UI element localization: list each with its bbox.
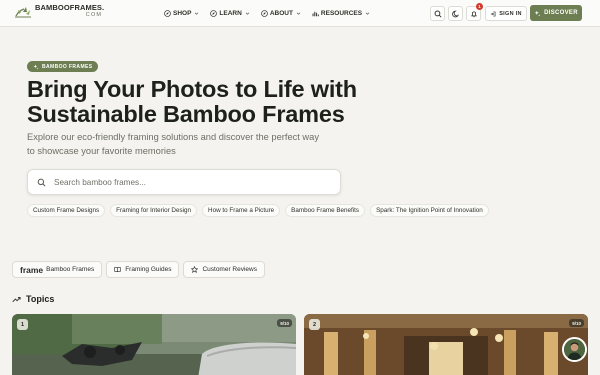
- tab-customer-reviews[interactable]: Customer Reviews: [183, 261, 265, 278]
- tab-framing-guides[interactable]: Framing Guides: [106, 261, 180, 278]
- search-input[interactable]: [54, 177, 304, 187]
- discover-label: DISCOVER: [544, 10, 578, 16]
- hero-badge-label: BAMBOO FRAMES: [42, 63, 93, 70]
- compass-icon: [210, 10, 218, 17]
- logo-tld: COM: [85, 11, 103, 18]
- frame-wordmark: frame: [20, 264, 44, 275]
- search-icon: [37, 178, 46, 186]
- search-button[interactable]: [430, 6, 445, 21]
- sign-in-button[interactable]: SIGN IN: [485, 6, 527, 21]
- card-photo: [304, 314, 588, 375]
- discover-button[interactable]: DISCOVER: [530, 5, 582, 21]
- search-icon: [434, 10, 442, 18]
- book-icon: [114, 267, 121, 273]
- compass-icon: [164, 10, 171, 17]
- nav-shop-label: SHOP: [173, 10, 192, 17]
- login-icon: [491, 11, 496, 16]
- theme-toggle-button[interactable]: [448, 6, 463, 21]
- tab-framing-guides-label: Framing Guides: [125, 266, 172, 273]
- card-score-badge: 9/10: [569, 319, 584, 327]
- tab-customer-reviews-label: Customer Reviews: [202, 266, 257, 273]
- nav-resources[interactable]: RESOURCES: [312, 10, 370, 17]
- chip-spark-innovation[interactable]: Spark: The Ignition Point of Innovation: [370, 204, 489, 217]
- person-avatar-icon: [564, 339, 585, 360]
- card-photo: [12, 314, 296, 375]
- nav-shop[interactable]: SHOP: [164, 10, 199, 17]
- nav-about[interactable]: ABOUT: [261, 10, 301, 17]
- card-number-badge: 2: [309, 319, 320, 330]
- chart-icon: [312, 11, 319, 17]
- hero-badge: BAMBOO FRAMES: [27, 61, 99, 72]
- chevron-down-icon: [296, 12, 301, 15]
- notifications-button[interactable]: 1: [466, 3, 483, 21]
- top-header: BAMBOOFRAMES. COM SHOP LEARN ABOUT RESOU…: [0, 0, 600, 27]
- bell-icon: [470, 11, 477, 17]
- sparkle-icon: [33, 64, 39, 69]
- chip-how-to-frame[interactable]: How to Frame a Picture: [202, 204, 281, 217]
- site-logo[interactable]: BAMBOOFRAMES. COM: [14, 4, 104, 18]
- topic-card[interactable]: 1 9/10: [12, 314, 296, 375]
- hero-subtitle: Explore our eco-friendly framing solutio…: [27, 132, 319, 156]
- chip-framing-interior-design[interactable]: Framing for Interior Design: [110, 204, 198, 217]
- chip-custom-frame-designs[interactable]: Custom Frame Designs: [27, 204, 106, 217]
- hero-title: Bring Your Photos to Life with Sustainab…: [27, 76, 357, 127]
- sign-in-label: SIGN IN: [499, 10, 522, 17]
- suggestion-chips: Custom Frame Designs Framing for Interio…: [27, 204, 494, 217]
- chevron-down-icon: [195, 12, 199, 15]
- moon-icon: [451, 10, 459, 17]
- trending-up-icon: [12, 296, 21, 302]
- nav-learn-label: LEARN: [219, 10, 242, 17]
- logo-name: BAMBOOFRAMES.: [35, 3, 105, 12]
- star-icon: [191, 266, 199, 273]
- card-score-badge: 9/10: [277, 319, 292, 327]
- content-tabs: frame Bamboo Frames Framing Guides Custo…: [12, 261, 269, 278]
- compass-icon: [261, 10, 268, 17]
- tab-bamboo-frames-label: Bamboo Frames: [46, 266, 95, 273]
- assistant-avatar[interactable]: [562, 337, 587, 362]
- bamboo-logo-icon: [15, 7, 31, 18]
- topic-card[interactable]: 2 9/10: [304, 314, 588, 375]
- chip-bamboo-frame-benefits[interactable]: Bamboo Frame Benefits: [285, 204, 366, 217]
- nav-learn[interactable]: LEARN: [210, 10, 250, 17]
- topics-title: Topics: [26, 294, 55, 304]
- topics-heading: Topics: [12, 294, 54, 304]
- chevron-down-icon: [245, 12, 250, 15]
- notification-count-badge: 1: [476, 3, 483, 10]
- sparkle-icon: [534, 10, 541, 16]
- main-nav: SHOP LEARN ABOUT RESOURCES: [164, 0, 381, 27]
- tab-bamboo-frames[interactable]: frame Bamboo Frames: [12, 261, 103, 278]
- nav-resources-label: RESOURCES: [320, 10, 363, 17]
- nav-about-label: ABOUT: [269, 10, 293, 17]
- card-number-badge: 1: [17, 319, 28, 330]
- chevron-down-icon: [365, 12, 370, 15]
- search-bar: [27, 169, 341, 195]
